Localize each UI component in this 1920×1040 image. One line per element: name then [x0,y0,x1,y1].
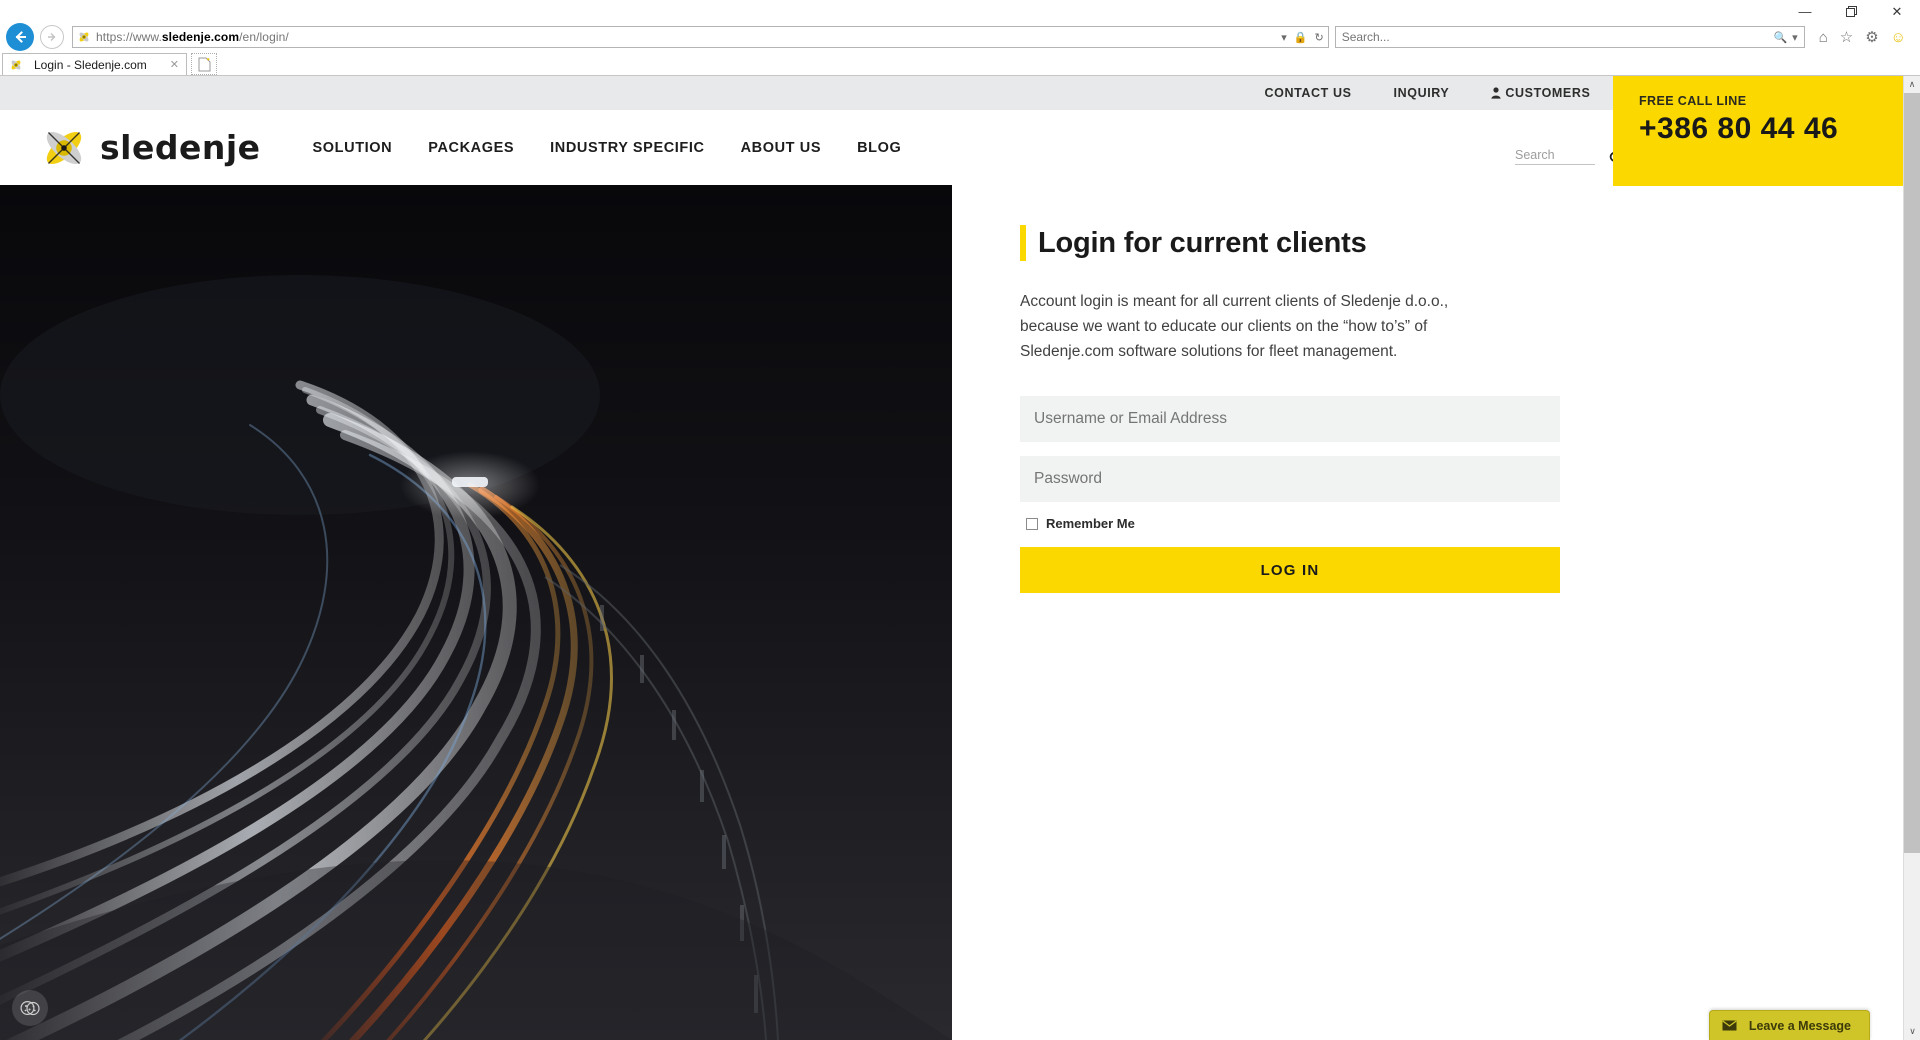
login-intro-text: Account login is meant for all current c… [1020,293,1449,360]
remember-me-checkbox[interactable] [1026,517,1038,530]
page-body: Login for current clients Account login … [0,185,1903,1040]
login-panel: Login for current clients Account login … [952,185,1903,1040]
scroll-up-button[interactable]: ∧ [1904,76,1920,93]
minimize-icon: — [1798,3,1812,19]
tab-favicon-icon [11,60,21,69]
page-viewport: CONTACT US INQUIRY CUSTOMERS EN [0,76,1920,1040]
tab-title: Login - Sledenje.com [34,57,147,72]
password-input[interactable] [1020,456,1560,502]
new-tab-button[interactable] [191,53,217,75]
logo-wordmark: sledenje [100,128,261,167]
address-bar[interactable]: https://www.sledenje.com/en/login/ ▾ 🔒 ↻ [72,26,1329,48]
utility-label: INQUIRY [1393,86,1450,100]
chat-widget-label: Leave a Message [1748,1018,1851,1033]
minimize-button[interactable]: — [1782,0,1828,22]
utility-item-inquiry[interactable]: INQUIRY [1394,86,1450,100]
restore-icon [1845,5,1857,17]
gear-icon[interactable]: ⚙ [1865,30,1878,45]
nav-item-about-us[interactable]: ABOUT US [741,140,822,156]
chevron-down-icon[interactable]: ▾ [1281,31,1287,44]
log-in-button[interactable]: LOG IN [1020,547,1560,593]
browser-window: — ✕ https://www.sledenje.com/en/login/ ▾… [0,0,1920,1040]
home-icon[interactable]: ⌂ [1819,30,1828,45]
nav-item-blog[interactable]: BLOG [857,140,901,156]
back-arrow-icon [15,31,26,43]
address-bar-url: https://www.sledenje.com/en/login/ [96,30,1275,44]
hero-image [0,185,952,1040]
smiley-feedback-icon[interactable]: ☺ [1891,30,1906,45]
site-search[interactable]: Search [1515,148,1623,165]
url-path: /en/login/ [239,30,289,44]
site-logo[interactable]: sledenje [38,123,261,173]
login-form: Remember Me LOG IN [1020,396,1560,593]
utility-label: CUSTOMERS [1505,86,1591,100]
web-page: CONTACT US INQUIRY CUSTOMERS EN [0,76,1903,1040]
browser-tool-icons: ⌂ ☆ ⚙ ☺ [1805,30,1916,45]
url-domain: sledenje.com [161,30,240,44]
site-search-input[interactable]: Search [1515,148,1595,165]
main-nav: SOLUTION PACKAGES INDUSTRY SPECIFIC ABOU… [313,140,902,156]
window-titlebar: — ✕ [0,0,1920,22]
browser-toolbar: https://www.sledenje.com/en/login/ ▾ 🔒 ↻… [0,22,1920,52]
forward-button[interactable] [40,25,64,49]
remember-me-row[interactable]: Remember Me [1026,516,1560,531]
leave-a-message-widget[interactable]: Leave a Message [1708,1010,1870,1040]
remember-me-label: Remember Me [1046,516,1135,531]
scroll-down-button[interactable]: ∨ [1904,1023,1920,1040]
new-tab-icon [198,57,210,71]
cookie-icon [20,1000,40,1016]
sledenje-atom-logo-icon [46,131,82,164]
search-icon[interactable]: 🔍 [1773,31,1787,44]
vertical-scrollbar[interactable]: ∧ ∨ [1903,76,1920,1040]
nav-item-industry-specific[interactable]: INDUSTRY SPECIFIC [550,140,704,156]
close-icon: ✕ [1891,3,1903,19]
browser-search-input[interactable]: Search... 🔍 ▾ [1334,26,1805,48]
call-line-number: +386 80 44 46 [1639,112,1839,145]
cookie-settings-button[interactable] [12,990,48,1026]
nav-item-packages[interactable]: PACKAGES [428,140,514,156]
scrollbar-thumb[interactable] [1904,93,1920,853]
envelope-icon [1722,1020,1737,1031]
utility-label: CONTACT US [1264,86,1352,100]
nav-item-solution[interactable]: SOLUTION [313,140,393,156]
address-bar-icons: ▾ 🔒 ↻ [1275,31,1323,44]
forward-arrow-icon [48,33,56,41]
browser-tab[interactable]: Login - Sledenje.com ✕ [2,53,187,75]
restore-button[interactable] [1828,0,1874,22]
page-title: Login for current clients [1020,225,1903,261]
title-accent-bar [1020,225,1026,261]
free-call-line-box[interactable]: FREE CALL LINE +386 80 44 46 [1613,76,1903,186]
search-chevron-down-icon[interactable]: ▾ [1792,31,1798,44]
refresh-icon[interactable]: ↻ [1314,31,1323,44]
tab-strip: Login - Sledenje.com ✕ [0,52,1920,76]
page-title-text: Login for current clients [1038,226,1367,259]
person-icon [1491,87,1501,99]
back-button[interactable] [6,23,34,51]
utility-item-contact-us[interactable]: CONTACT US [1265,86,1352,100]
browser-search-placeholder: Search... [1341,30,1390,44]
highway-light-trails-photo [0,185,952,1040]
utility-item-customers[interactable]: CUSTOMERS [1491,86,1590,100]
username-input[interactable] [1020,396,1560,442]
site-favicon-icon [79,32,89,42]
tab-close-icon[interactable]: ✕ [167,58,182,71]
favorites-star-icon[interactable]: ☆ [1840,30,1853,45]
call-line-label: FREE CALL LINE [1639,94,1747,108]
url-scheme: https://www. [96,30,162,44]
lock-icon[interactable]: 🔒 [1294,31,1308,44]
site-header: sledenje SOLUTION PACKAGES INDUSTRY SPEC… [0,76,1903,186]
close-button[interactable]: ✕ [1874,0,1920,22]
